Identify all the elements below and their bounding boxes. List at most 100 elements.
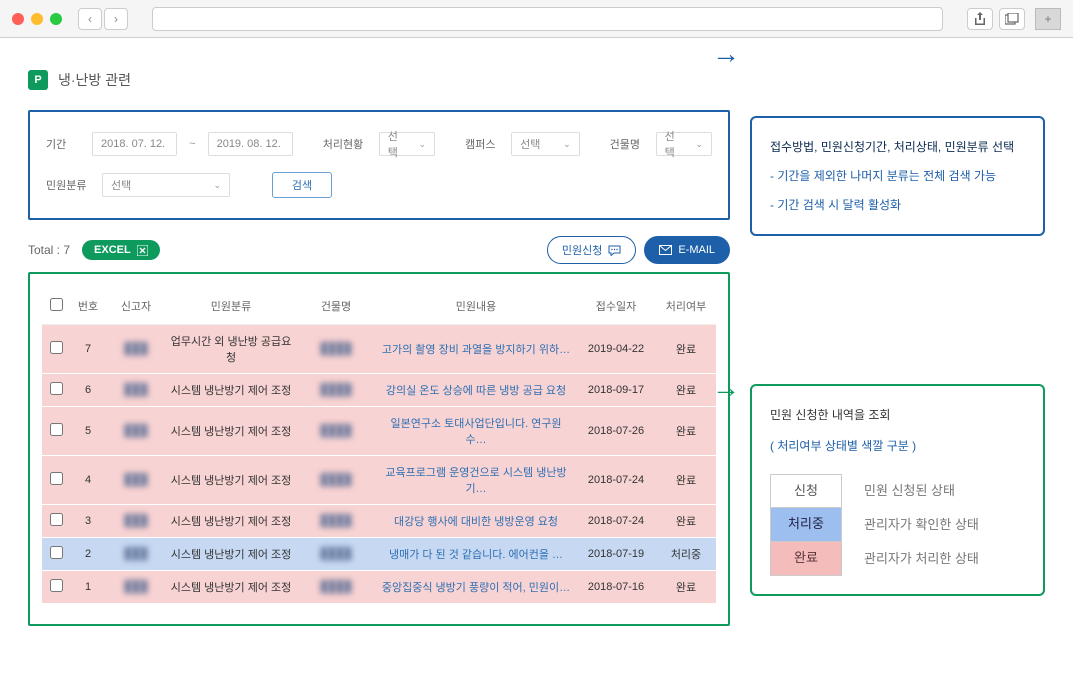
cell-building: ████ — [296, 407, 376, 456]
cell-category: 시스템 냉난방기 제어 조정 — [166, 505, 296, 538]
cell-category: 시스템 냉난방기 제어 조정 — [166, 407, 296, 456]
chat-icon — [608, 245, 621, 256]
forward-button[interactable]: › — [104, 8, 128, 30]
maximize-window-icon[interactable] — [50, 13, 62, 25]
cell-status: 처리중 — [656, 538, 716, 571]
url-bar[interactable] — [152, 7, 943, 31]
cell-building: ████ — [296, 538, 376, 571]
row-checkbox[interactable] — [50, 382, 63, 395]
table-panel: 번호 신고자 민원분류 건물명 민원내용 접수일자 처리여부 7███업무시간 … — [28, 272, 730, 626]
cell-content-link[interactable]: 교육프로그램 운영건으로 시스템 냉난방기… — [376, 456, 576, 505]
cell-date: 2019-04-22 — [576, 325, 656, 374]
legend-chip: 신청 — [770, 474, 842, 508]
tabs-icon — [1005, 13, 1019, 25]
select-all-checkbox[interactable] — [50, 298, 63, 311]
total-count: Total : 7 — [28, 243, 70, 257]
legend-desc: 관리자가 확인한 상태 — [864, 513, 979, 538]
legend-row: 신청민원 신청된 상태 — [770, 474, 1025, 508]
cell-category: 시스템 냉난방기 제어 조정 — [166, 374, 296, 407]
table-row[interactable]: 1███시스템 냉난방기 제어 조정████중앙집중식 냉방기 풍량이 적어, … — [42, 571, 716, 604]
table-row[interactable]: 6███시스템 냉난방기 제어 조정████강의실 온도 상승에 따른 냉방 공… — [42, 374, 716, 407]
cell-category: 시스템 냉난방기 제어 조정 — [166, 456, 296, 505]
annotation-line: - 기간을 제외한 나머지 분류는 전체 검색 가능 — [770, 165, 1025, 188]
filter-status-label: 처리현황 — [323, 136, 367, 152]
page-title: 냉·난방 관련 — [58, 70, 131, 90]
th-category: 민원분류 — [166, 288, 296, 325]
cell-date: 2018-07-19 — [576, 538, 656, 571]
cell-no: 7 — [70, 325, 106, 374]
cell-status: 완료 — [656, 374, 716, 407]
cell-status: 완료 — [656, 505, 716, 538]
cell-category: 업무시간 외 냉난방 공급요청 — [166, 325, 296, 374]
arrow-right-icon: → — [712, 40, 740, 68]
new-tab-button[interactable]: + — [1035, 8, 1061, 30]
totals-row: Total : 7 EXCEL 민원신청 E-MAIL — [28, 236, 730, 264]
cell-date: 2018-09-17 — [576, 374, 656, 407]
campus-select[interactable]: 선택⌄ — [511, 132, 580, 156]
status-select[interactable]: 선택⌄ — [379, 132, 435, 156]
cell-status: 완료 — [656, 456, 716, 505]
cell-reporter: ███ — [106, 374, 166, 407]
table-row[interactable]: 4███시스템 냉난방기 제어 조정████교육프로그램 운영건으로 시스템 냉… — [42, 456, 716, 505]
date-range-separator: ~ — [189, 138, 195, 150]
apply-complaint-button[interactable]: 민원신청 — [547, 236, 636, 264]
email-button[interactable]: E-MAIL — [644, 236, 730, 264]
table-row[interactable]: 7███업무시간 외 냉난방 공급요청████고가의 촬영 장비 과열을 방지하… — [42, 325, 716, 374]
chevron-down-icon: ⌄ — [563, 139, 571, 150]
tabs-button[interactable] — [999, 8, 1025, 30]
table-row[interactable]: 2███시스템 냉난방기 제어 조정████냉매가 다 된 것 같습니다. 에어… — [42, 538, 716, 571]
cell-category: 시스템 냉난방기 제어 조정 — [166, 538, 296, 571]
th-status: 처리여부 — [656, 288, 716, 325]
annotation-filter-help: 접수방법, 민원신청기간, 처리상태, 민원분류 선택 - 기간을 제외한 나머… — [750, 116, 1045, 236]
date-to-input[interactable]: 2019. 08. 12. — [208, 132, 293, 156]
cell-status: 완료 — [656, 325, 716, 374]
cell-content-link[interactable]: 일본연구소 토대사업단입니다. 연구원 수… — [376, 407, 576, 456]
cell-building: ████ — [296, 505, 376, 538]
cell-building: ████ — [296, 325, 376, 374]
minimize-window-icon[interactable] — [31, 13, 43, 25]
table-row[interactable]: 3███시스템 냉난방기 제어 조정████대강당 행사에 대비한 냉방운영 요… — [42, 505, 716, 538]
filter-building-label: 건물명 — [610, 136, 644, 152]
annotation-title: 민원 신청한 내역을 조회 — [770, 404, 1025, 427]
cell-no: 6 — [70, 374, 106, 407]
share-button[interactable] — [967, 8, 993, 30]
cell-content-link[interactable]: 고가의 촬영 장비 과열을 방지하기 위하… — [376, 325, 576, 374]
table-row[interactable]: 5███시스템 냉난방기 제어 조정████일본연구소 토대사업단입니다. 연구… — [42, 407, 716, 456]
page-title-icon: P — [28, 70, 48, 90]
row-checkbox[interactable] — [50, 423, 63, 436]
annotation-subtitle: ( 처리여부 상태별 색깔 구분 ) — [770, 435, 1025, 458]
th-date: 접수일자 — [576, 288, 656, 325]
filter-panel: 기간 2018. 07. 12. ~ 2019. 08. 12. 처리현황 선택… — [28, 110, 730, 220]
th-no: 번호 — [70, 288, 106, 325]
row-checkbox[interactable] — [50, 546, 63, 559]
filter-category-label: 민원분류 — [46, 177, 90, 193]
category-select[interactable]: 선택⌄ — [102, 173, 230, 197]
page-title-row: P 냉·난방 관련 — [28, 70, 730, 90]
back-button[interactable]: ‹ — [78, 8, 102, 30]
legend-row: 처리중관리자가 확인한 상태 — [770, 508, 1025, 542]
row-checkbox[interactable] — [50, 472, 63, 485]
row-checkbox[interactable] — [50, 341, 63, 354]
cell-date: 2018-07-24 — [576, 456, 656, 505]
row-checkbox[interactable] — [50, 579, 63, 592]
chevron-down-icon: ⌄ — [695, 139, 703, 150]
filter-campus-label: 캠퍼스 — [465, 136, 499, 152]
cell-content-link[interactable]: 냉매가 다 된 것 같습니다. 에어컨을 … — [376, 538, 576, 571]
date-from-input[interactable]: 2018. 07. 12. — [92, 132, 177, 156]
nav-buttons: ‹ › — [78, 8, 128, 30]
cell-date: 2018-07-16 — [576, 571, 656, 604]
cell-reporter: ███ — [106, 325, 166, 374]
cell-date: 2018-07-26 — [576, 407, 656, 456]
row-checkbox[interactable] — [50, 513, 63, 526]
filter-period-label: 기간 — [46, 136, 80, 152]
cell-reporter: ███ — [106, 407, 166, 456]
cell-building: ████ — [296, 571, 376, 604]
excel-export-button[interactable]: EXCEL — [82, 240, 160, 260]
cell-content-link[interactable]: 대강당 행사에 대비한 냉방운영 요청 — [376, 505, 576, 538]
legend-row: 완료관리자가 처리한 상태 — [770, 542, 1025, 576]
cell-content-link[interactable]: 중앙집중식 냉방기 풍량이 적어, 민원이… — [376, 571, 576, 604]
building-select[interactable]: 선택⌄ — [656, 132, 712, 156]
cell-content-link[interactable]: 강의실 온도 상승에 따른 냉방 공급 요청 — [376, 374, 576, 407]
search-button[interactable]: 검색 — [272, 172, 332, 198]
close-window-icon[interactable] — [12, 13, 24, 25]
